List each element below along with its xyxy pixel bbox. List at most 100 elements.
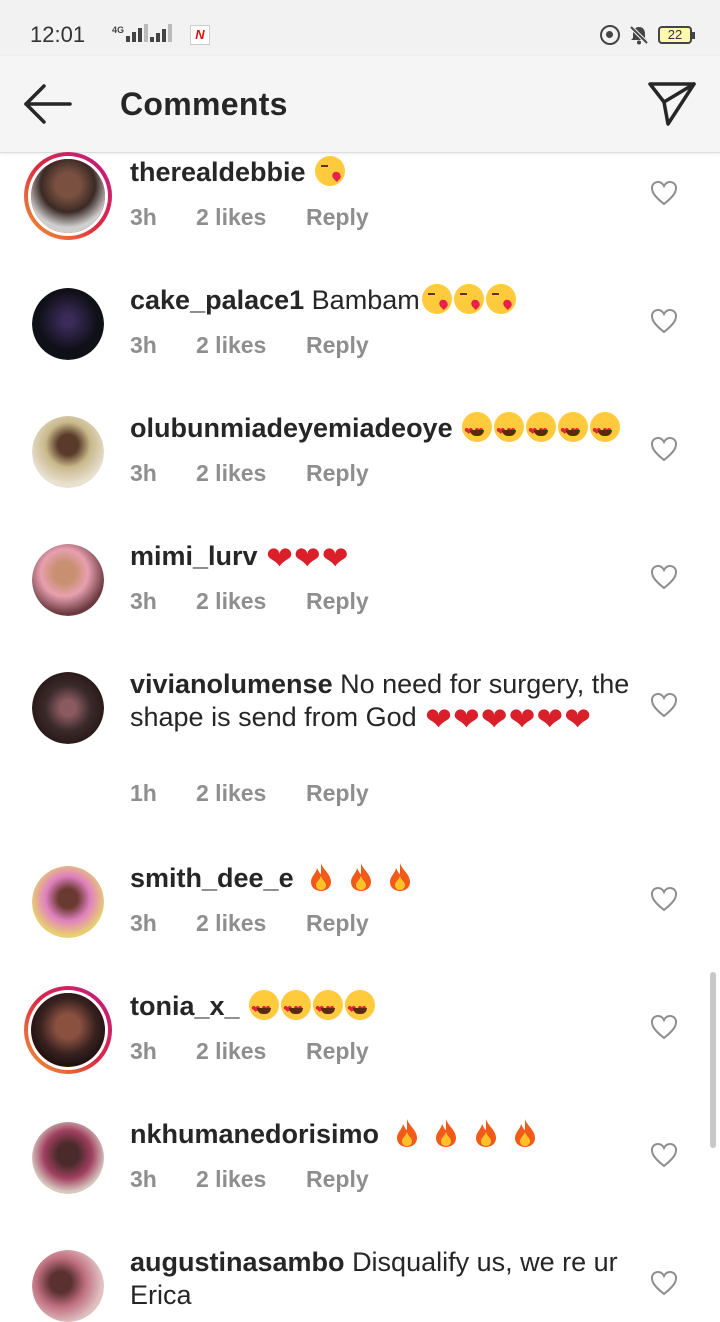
signal-2-icon	[150, 24, 172, 42]
avatar[interactable]	[32, 866, 104, 938]
avatar[interactable]	[32, 672, 104, 744]
avatar[interactable]	[32, 1250, 104, 1322]
avatar[interactable]	[32, 544, 104, 616]
comment-item: augustinasambo Disqualify us, we re ur E…	[0, 1240, 720, 1322]
mute-bell-icon	[629, 25, 649, 45]
red-heart-emoji-icon: ❤	[266, 540, 293, 576]
like-heart-icon[interactable]	[650, 1270, 678, 1296]
heart-eyes-emoji-icon	[249, 990, 280, 1027]
like-heart-icon[interactable]	[650, 564, 678, 590]
fire-emoji-icon	[311, 863, 332, 891]
reply-button[interactable]: Reply	[306, 1166, 369, 1193]
comment-likes[interactable]: 2 likes	[196, 1038, 306, 1065]
scrollbar[interactable]	[710, 972, 716, 1148]
reply-button[interactable]: Reply	[306, 332, 369, 359]
like-heart-icon[interactable]	[650, 1014, 678, 1040]
comment-likes[interactable]: 2 likes	[196, 332, 306, 359]
like-heart-icon[interactable]	[650, 308, 678, 334]
heart-eyes-emoji-icon	[526, 412, 557, 449]
comment-likes[interactable]: 2 likes	[196, 460, 306, 487]
comment-body: Bambam	[311, 285, 420, 315]
avatar[interactable]	[32, 416, 104, 488]
reply-button[interactable]: Reply	[306, 588, 369, 615]
comment-meta: 3h 2 likes Reply	[130, 588, 369, 615]
comment-text: augustinasambo Disqualify us, we re ur E…	[130, 1246, 630, 1312]
comment-time: 3h	[130, 1038, 157, 1064]
like-heart-icon[interactable]	[650, 180, 678, 206]
red-heart-emoji-icon: ❤	[293, 540, 321, 576]
comment-meta: 3h 2 likes Reply	[130, 332, 369, 359]
heart-eyes-emoji-icon	[281, 990, 312, 1027]
direct-send-icon[interactable]	[646, 78, 698, 130]
fire-emoji-icon	[396, 1119, 417, 1147]
heart-eyes-emoji-icon	[590, 412, 621, 449]
fire-emoji-icon	[515, 1119, 536, 1147]
comment-likes[interactable]: 2 likes	[196, 204, 306, 231]
kiss-emoji-icon	[421, 284, 452, 314]
avatar[interactable]	[24, 986, 112, 1074]
notification-app-icon: N	[190, 25, 210, 45]
comment-username[interactable]: olubunmiadeyemiadeoye	[130, 413, 453, 443]
comment-likes[interactable]: 2 likes	[196, 910, 306, 937]
fire-emoji-icon	[350, 863, 371, 891]
comment-text: mimi_lurv ❤❤❤	[130, 540, 630, 576]
heart-eyes-emoji-icon	[345, 990, 376, 1027]
heart-eyes-emoji-icon	[462, 412, 493, 449]
comment-meta: 3h 2 likes Reply	[130, 460, 369, 487]
comment-meta: 3h 2 likes Reply	[130, 204, 369, 231]
comment-likes[interactable]: 2 likes	[196, 780, 306, 807]
status-time: 12:01	[30, 22, 86, 47]
reply-button[interactable]: Reply	[306, 204, 369, 231]
comment-username[interactable]: vivianolumense	[130, 669, 333, 699]
comment-username[interactable]: therealdebbie	[130, 157, 306, 187]
comment-text: vivianolumense No need for surgery, the …	[130, 668, 630, 737]
comment-text: therealdebbie	[130, 156, 630, 189]
like-heart-icon[interactable]	[650, 1142, 678, 1168]
comment-item: vivianolumense No need for surgery, the …	[0, 662, 720, 856]
red-heart-emoji-icon: ❤	[321, 540, 349, 576]
comment-likes[interactable]: 2 likes	[196, 588, 306, 615]
like-heart-icon[interactable]	[650, 886, 678, 912]
comment-item: nkhumanedorisimo 3h 2 likes Reply	[0, 1112, 720, 1240]
comment-username[interactable]: smith_dee_e	[130, 863, 294, 893]
comment-text: tonia_x_	[130, 990, 630, 1027]
comment-item: tonia_x_ 3h 2 likes Reply	[0, 984, 720, 1112]
reply-button[interactable]: Reply	[306, 460, 369, 487]
comment-text: olubunmiadeyemiadeoye	[130, 412, 630, 449]
comment-time: 3h	[130, 1166, 157, 1192]
avatar[interactable]	[32, 288, 104, 360]
back-arrow-icon[interactable]	[20, 78, 76, 130]
reply-button[interactable]: Reply	[306, 780, 369, 807]
comment-username[interactable]: nkhumanedorisimo	[130, 1119, 379, 1149]
comment-username[interactable]: cake_palace1	[130, 285, 304, 315]
comment-item: cake_palace1 Bambam 3h 2 likes Reply	[0, 278, 720, 406]
comment-username[interactable]: tonia_x_	[130, 991, 240, 1021]
comment-item: smith_dee_e 3h 2 likes Reply	[0, 856, 720, 984]
red-heart-emoji-icon: ❤	[452, 701, 480, 737]
comment-item: therealdebbie 3h 2 likes Reply	[0, 150, 720, 278]
comment-likes[interactable]: 2 likes	[196, 1166, 306, 1193]
reply-button[interactable]: Reply	[306, 1038, 369, 1065]
comment-meta: 3h 2 likes Reply	[130, 1038, 369, 1065]
comment-time: 3h	[130, 910, 157, 936]
red-heart-emoji-icon: ❤	[536, 701, 564, 737]
page-title: Comments	[120, 86, 288, 122]
like-heart-icon[interactable]	[650, 436, 678, 462]
fire-emoji-icon	[475, 1119, 496, 1147]
avatar[interactable]	[32, 1122, 104, 1194]
comment-username[interactable]: augustinasambo	[130, 1247, 345, 1277]
comment-time: 3h	[130, 588, 157, 614]
avatar[interactable]	[24, 152, 112, 240]
comment-username[interactable]: mimi_lurv	[130, 541, 258, 571]
comment-text: nkhumanedorisimo	[130, 1118, 630, 1151]
fire-emoji-icon	[390, 863, 411, 891]
network-type: 4G	[112, 25, 125, 35]
like-heart-icon[interactable]	[650, 692, 678, 718]
comment-meta: 3h 2 likes Reply	[130, 910, 369, 937]
comment-item: olubunmiadeyemiadeoye 3h 2 likes Reply	[0, 406, 720, 534]
comment-text: smith_dee_e	[130, 862, 630, 895]
app-header: Comments	[0, 56, 720, 153]
reply-button[interactable]: Reply	[306, 910, 369, 937]
comment-item: mimi_lurv ❤❤❤ 3h 2 likes Reply	[0, 534, 720, 662]
kiss-emoji-icon	[453, 284, 484, 314]
